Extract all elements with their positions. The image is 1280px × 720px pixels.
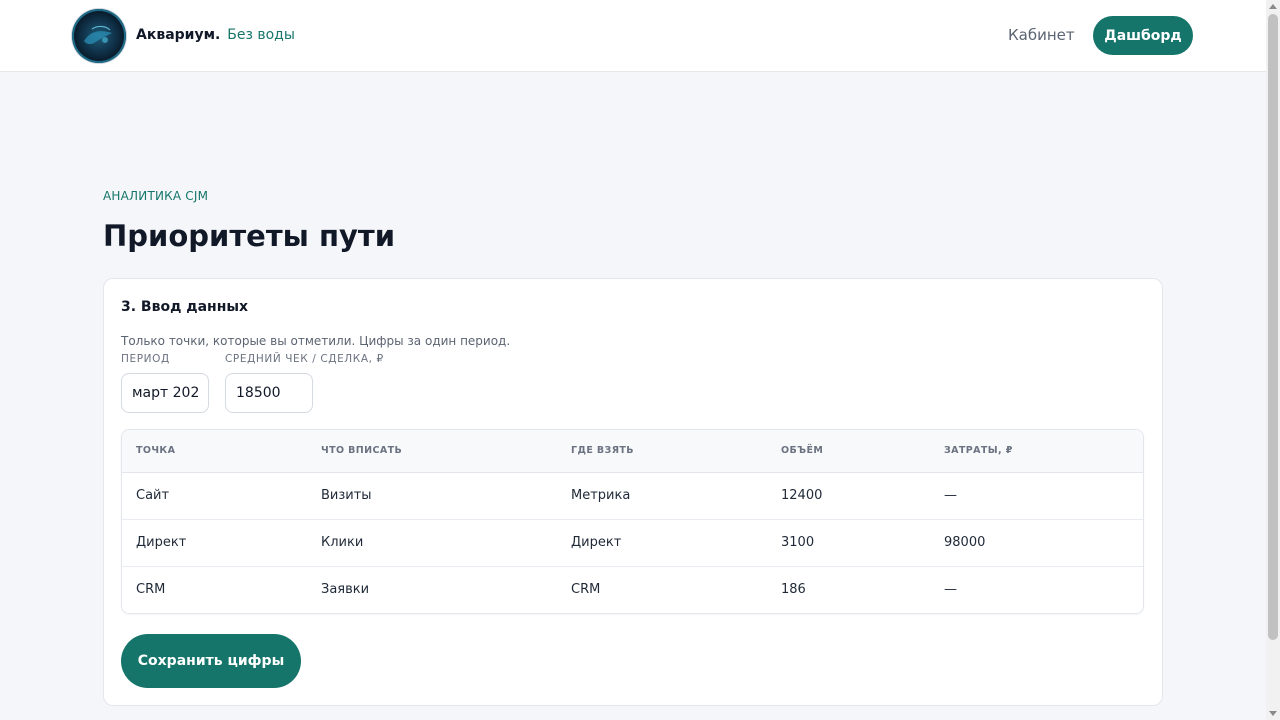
- cell-where: Директ: [557, 518, 767, 566]
- top-header: Аквариум. Без воды Кабинет Дашборд: [0, 0, 1266, 72]
- cell-volume[interactable]: 12400: [767, 472, 930, 519]
- period-label: ПЕРИОД: [121, 353, 170, 365]
- scroll-down-icon[interactable]: [1269, 711, 1277, 716]
- card-title: 3. Ввод данных: [121, 299, 249, 315]
- cell-what: Клики: [307, 518, 557, 566]
- nav-link-cabinet[interactable]: Кабинет: [1008, 26, 1075, 44]
- dashboard-button[interactable]: Дашборд: [1093, 16, 1193, 55]
- brand-name-accent: Без воды: [227, 27, 295, 43]
- data-table: ТОЧКА ЧТО ВПИСАТЬ ГДЕ ВЗЯТЬ ОБЪЁМ ЗАТРАТ…: [121, 429, 1144, 614]
- column-header-what: ЧТО ВПИСАТЬ: [307, 430, 557, 473]
- card-description: Только точки, которые вы отметили. Цифры…: [121, 334, 511, 348]
- table-row: Директ Клики Директ 3100 98000: [122, 518, 1143, 566]
- cell-volume[interactable]: 3100: [767, 518, 930, 566]
- period-input[interactable]: [121, 373, 209, 413]
- data-entry-card: 3. Ввод данных Только точки, которые вы …: [103, 278, 1163, 706]
- cell-where: Метрика: [571, 488, 631, 503]
- cell-what: Заявки: [307, 565, 557, 613]
- cell-point: Сайт: [136, 488, 170, 503]
- aquarium-logo-icon[interactable]: [72, 9, 126, 63]
- brand-name[interactable]: Аквариум. Без воды: [136, 27, 295, 43]
- save-numbers-button[interactable]: Сохранить цифры: [121, 634, 301, 688]
- column-header-costs: ЗАТРАТЫ, ₽: [930, 430, 1143, 473]
- avg-check-input[interactable]: [225, 373, 313, 413]
- table-header-row: ТОЧКА ЧТО ВПИСАТЬ ГДЕ ВЗЯТЬ ОБЪЁМ ЗАТРАТ…: [122, 430, 1143, 473]
- column-header-point: ТОЧКА: [122, 430, 307, 473]
- cell-what: Визиты: [321, 488, 372, 503]
- scroll-up-icon[interactable]: [1269, 4, 1277, 9]
- brand-name-main: Аквариум.: [136, 27, 221, 43]
- cell-point: Директ: [122, 518, 307, 566]
- cell-where: CRM: [557, 565, 767, 613]
- table-row: CRM Заявки CRM 186 —: [122, 565, 1143, 613]
- cell-point: CRM: [122, 565, 307, 613]
- cell-costs[interactable]: —: [930, 472, 1143, 519]
- page-title: Приоритеты пути: [103, 219, 396, 253]
- column-header-volume: ОБЪЁМ: [767, 430, 930, 473]
- cell-volume[interactable]: 186: [767, 565, 930, 613]
- column-header-where: ГДЕ ВЗЯТЬ: [557, 430, 767, 473]
- section-eyebrow: АНАЛИТИКА CJM: [103, 189, 209, 203]
- table-row: Сайт Визиты Метрика 12400 —: [122, 472, 1143, 519]
- avg-check-label: СРЕДНИЙ ЧЕК / СДЕЛКА, ₽: [225, 353, 384, 365]
- scrollbar-thumb[interactable]: [1268, 14, 1278, 640]
- cell-costs[interactable]: —: [930, 565, 1143, 613]
- page-scrollbar[interactable]: [1266, 0, 1280, 720]
- cell-costs[interactable]: 98000: [930, 518, 1143, 566]
